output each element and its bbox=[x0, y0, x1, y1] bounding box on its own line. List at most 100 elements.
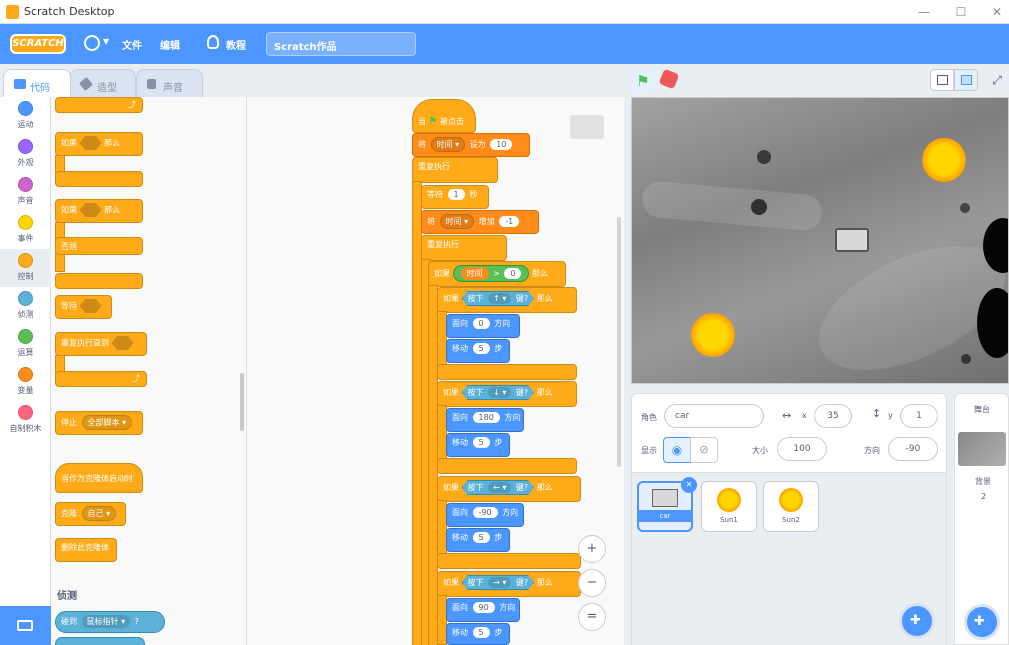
delete-sprite-icon[interactable]: ✕ bbox=[681, 477, 697, 493]
set-variable-block[interactable]: 将 时间 ▾ 设为 10 bbox=[412, 133, 530, 157]
if-time-block[interactable]: 如果 时间 > 0 那么 bbox=[428, 261, 566, 287]
key-pressed-sensor[interactable]: 按下 ↓ ▾ 键? bbox=[462, 385, 535, 400]
zoom-out-button[interactable]: − bbox=[578, 569, 606, 597]
point-in-direction-block[interactable]: 面向 -90 方向 bbox=[446, 503, 524, 527]
if-then-block[interactable]: 如果 那么 bbox=[55, 132, 143, 156]
minimize-button[interactable]: — bbox=[916, 4, 932, 20]
variable-dropdown[interactable]: 时间 ▾ bbox=[439, 214, 475, 229]
menu-tutorials[interactable]: 教程 bbox=[226, 37, 246, 52]
create-clone-block[interactable]: 克隆 自己 ▾ bbox=[55, 502, 126, 526]
stage-target-panel[interactable]: 舞台 背景 2 ✚ bbox=[954, 393, 1009, 645]
point-in-direction-block[interactable]: 面向 0 方向 bbox=[446, 314, 520, 338]
clone-target-dropdown[interactable]: 自己 ▾ bbox=[81, 506, 117, 521]
stop-sign-button[interactable] bbox=[658, 68, 680, 90]
maximize-button[interactable]: ☐ bbox=[953, 4, 969, 20]
sprite-tile-sun2[interactable]: Sun2 bbox=[763, 481, 819, 532]
direction-input[interactable]: 180 bbox=[472, 412, 500, 423]
sensing-block-partial[interactable] bbox=[55, 637, 145, 645]
steps-input[interactable]: 5 bbox=[472, 627, 490, 638]
key-dropdown[interactable]: → ▾ bbox=[488, 577, 511, 588]
category-myblocks[interactable]: 自制积木 bbox=[0, 401, 51, 439]
point-in-direction-block[interactable]: 面向 180 方向 bbox=[446, 408, 524, 432]
move-steps-block[interactable]: 移动 5 步 bbox=[446, 623, 510, 645]
seconds-input[interactable]: 1 bbox=[447, 189, 465, 200]
zoom-in-button[interactable]: + bbox=[578, 535, 606, 563]
category-sensing[interactable]: 侦测 bbox=[0, 287, 51, 325]
key-pressed-sensor[interactable]: 按下 ↑ ▾ 键? bbox=[462, 291, 535, 306]
zoom-reset-button[interactable]: = bbox=[578, 603, 606, 631]
stop-option-dropdown[interactable]: 全部脚本 ▾ bbox=[81, 415, 133, 430]
tab-costumes[interactable]: 造型 bbox=[70, 69, 136, 99]
key-dropdown[interactable]: ← ▾ bbox=[488, 482, 511, 493]
direction-input[interactable]: 0 bbox=[472, 318, 490, 329]
variable-dropdown[interactable]: 时间 ▾ bbox=[430, 137, 466, 152]
sun1-sprite[interactable] bbox=[922, 138, 966, 182]
language-globe-icon[interactable] bbox=[84, 35, 100, 51]
time-variable-reporter[interactable]: 时间 bbox=[460, 267, 489, 280]
if-key-right-block[interactable]: 如果 按下 → ▾ 键? 那么 bbox=[437, 571, 581, 597]
show-visible-button[interactable]: ◉ bbox=[663, 437, 691, 463]
tab-code[interactable]: 代码 bbox=[3, 69, 71, 99]
project-title-input[interactable]: Scratch作品 bbox=[266, 32, 416, 56]
size-input[interactable]: 100 bbox=[777, 437, 827, 461]
repeat-until-block[interactable]: 重复执行直到 bbox=[55, 332, 147, 356]
wait-until-block[interactable]: 等待 bbox=[55, 295, 112, 319]
if-key-left-block[interactable]: 如果 按下 ← ▾ 键? 那么 bbox=[437, 476, 581, 502]
compare-value-input[interactable]: 0 bbox=[504, 268, 522, 279]
condition-slot[interactable] bbox=[79, 136, 102, 150]
script-scrollbar[interactable] bbox=[617, 217, 621, 467]
category-events[interactable]: 事件 bbox=[0, 211, 51, 249]
condition-slot[interactable] bbox=[79, 299, 102, 313]
menu-file[interactable]: 文件 bbox=[122, 37, 142, 52]
x-input[interactable]: 35 bbox=[814, 404, 852, 428]
category-operators[interactable]: 运算 bbox=[0, 325, 51, 363]
if-else-block[interactable]: 如果 那么 bbox=[55, 199, 143, 223]
tutorials-bulb-icon[interactable] bbox=[207, 35, 219, 49]
fullscreen-icon[interactable]: ⤢ bbox=[986, 69, 1008, 91]
direction-input[interactable]: -90 bbox=[888, 437, 938, 461]
category-control[interactable]: 控制 bbox=[0, 249, 51, 287]
condition-slot[interactable] bbox=[111, 336, 134, 350]
change-variable-block[interactable]: 将 时间 ▾ 增加 -1 bbox=[421, 210, 539, 234]
add-sprite-button[interactable]: ✚ bbox=[899, 603, 935, 639]
delete-clone-block[interactable]: 删除此克隆体 bbox=[55, 538, 117, 562]
sprite-name-input[interactable]: car bbox=[664, 404, 764, 428]
sprite-tile-sun1[interactable]: Sun1 bbox=[701, 481, 757, 532]
menu-edit[interactable]: 编辑 bbox=[160, 37, 180, 52]
value-input[interactable]: 10 bbox=[490, 139, 513, 150]
palette-scrollbar[interactable] bbox=[240, 373, 244, 431]
touching-block[interactable]: 碰到 鼠标指针 ▾ ? bbox=[55, 611, 165, 633]
green-flag-button[interactable]: ⚑ bbox=[632, 70, 654, 92]
key-dropdown[interactable]: ↓ ▾ bbox=[488, 387, 511, 398]
repeat-block-tail[interactable]: ⤴ bbox=[55, 97, 143, 113]
forever-block[interactable]: 重复执行 bbox=[412, 157, 498, 183]
wait-block[interactable]: 等待 1 秒 bbox=[421, 185, 489, 209]
scratch-logo[interactable]: SCRATCH bbox=[10, 34, 66, 54]
forever-block[interactable]: 重复执行 bbox=[421, 235, 507, 261]
steps-input[interactable]: 5 bbox=[472, 343, 490, 354]
small-stage-button[interactable] bbox=[930, 69, 954, 91]
add-backdrop-button[interactable]: ✚ bbox=[964, 604, 1000, 640]
stage-canvas[interactable] bbox=[631, 97, 1009, 384]
sprite-tile-car[interactable]: car ✕ bbox=[637, 477, 697, 532]
category-variables[interactable]: 变量 bbox=[0, 363, 51, 401]
y-input[interactable]: 1 bbox=[900, 404, 938, 428]
add-extension-button[interactable] bbox=[0, 606, 51, 645]
steps-input[interactable]: 5 bbox=[472, 437, 490, 448]
stop-block[interactable]: 停止 全部脚本 ▾ bbox=[55, 411, 143, 435]
key-pressed-sensor[interactable]: 按下 → ▾ 键? bbox=[462, 575, 535, 590]
change-value-input[interactable]: -1 bbox=[499, 216, 520, 227]
point-in-direction-block[interactable]: 面向 90 方向 bbox=[446, 598, 520, 622]
script-area[interactable]: 当 ⚑ 被点击 将 时间 ▾ 设为 10 重复执行 等待 1 秒 将 时间 ▾ … bbox=[247, 97, 624, 645]
tab-sounds[interactable]: 声音 bbox=[136, 69, 203, 99]
large-stage-button[interactable] bbox=[954, 69, 978, 91]
key-pressed-sensor[interactable]: 按下 ← ▾ 键? bbox=[462, 480, 535, 495]
category-looks[interactable]: 外观 bbox=[0, 135, 51, 173]
move-steps-block[interactable]: 移动 5 步 bbox=[446, 433, 510, 457]
when-flag-clicked-block[interactable]: 当 ⚑ 被点击 bbox=[412, 99, 476, 133]
close-button[interactable]: ✕ bbox=[989, 4, 1005, 20]
move-steps-block[interactable]: 移动 5 步 bbox=[446, 339, 510, 363]
direction-input[interactable]: -90 bbox=[472, 507, 498, 518]
greater-than-operator[interactable]: 时间 > 0 bbox=[452, 265, 530, 282]
move-steps-block[interactable]: 移动 5 步 bbox=[446, 528, 510, 552]
